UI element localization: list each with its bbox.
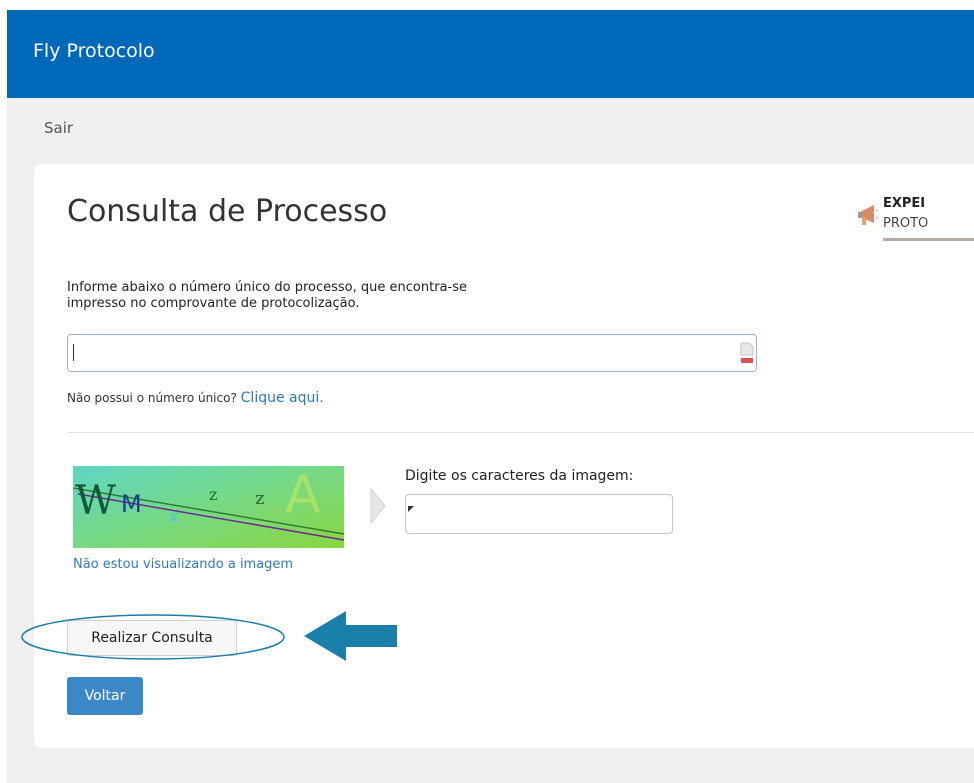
captcha-glyph: x xyxy=(169,507,178,526)
captcha-glyph: W xyxy=(75,478,116,524)
captcha-glyph: z xyxy=(209,485,217,504)
highlight-ellipse xyxy=(21,614,285,660)
back-button[interactable]: Voltar xyxy=(67,677,143,715)
instructions-text: Informe abaixo o número único do process… xyxy=(67,280,627,312)
app-frame: Fly Protocolo Sair Consulta de Processo … xyxy=(7,10,974,783)
captcha-input[interactable] xyxy=(405,494,673,534)
text-cursor xyxy=(73,344,74,361)
cant-see-image-link[interactable]: Não estou visualizando a imagem xyxy=(73,557,293,572)
captcha-input-corner-mark xyxy=(408,497,414,516)
captcha-image: W M x z z A xyxy=(72,465,345,552)
promo-title: EXPEI xyxy=(883,196,926,211)
promo-subtitle: PROTO xyxy=(883,216,929,231)
captcha-glyph: A xyxy=(285,466,321,525)
logout-link[interactable]: Sair xyxy=(44,119,73,137)
promo-banner[interactable]: EXPEI PROTO xyxy=(857,196,974,246)
chevron-right-icon xyxy=(369,487,387,529)
captcha-label: Digite os caracteres da imagem: xyxy=(405,468,634,484)
megaphone-icon xyxy=(857,202,879,232)
promo-underline xyxy=(883,238,974,241)
no-number-prompt: Não possui o número único? xyxy=(67,391,237,405)
brand-title[interactable]: Fly Protocolo xyxy=(33,40,155,62)
page-title: Consulta de Processo xyxy=(67,194,388,229)
input-addon-icon[interactable] xyxy=(740,342,754,368)
instructions-line-1: Informe abaixo o número único do process… xyxy=(67,280,467,295)
captcha-glyph: M xyxy=(121,490,142,518)
section-divider xyxy=(67,432,974,433)
instructions-line-2: impresso no comprovante de protocolizaçã… xyxy=(67,296,360,311)
click-here-link[interactable]: Clique aqui. xyxy=(241,390,324,406)
top-navbar: Fly Protocolo xyxy=(7,10,974,98)
no-number-hint: Não possui o número único? Clique aqui. xyxy=(67,390,324,406)
captcha-glyph: z xyxy=(255,488,264,509)
left-arrow-icon xyxy=(304,611,397,661)
process-number-input[interactable] xyxy=(67,334,757,372)
